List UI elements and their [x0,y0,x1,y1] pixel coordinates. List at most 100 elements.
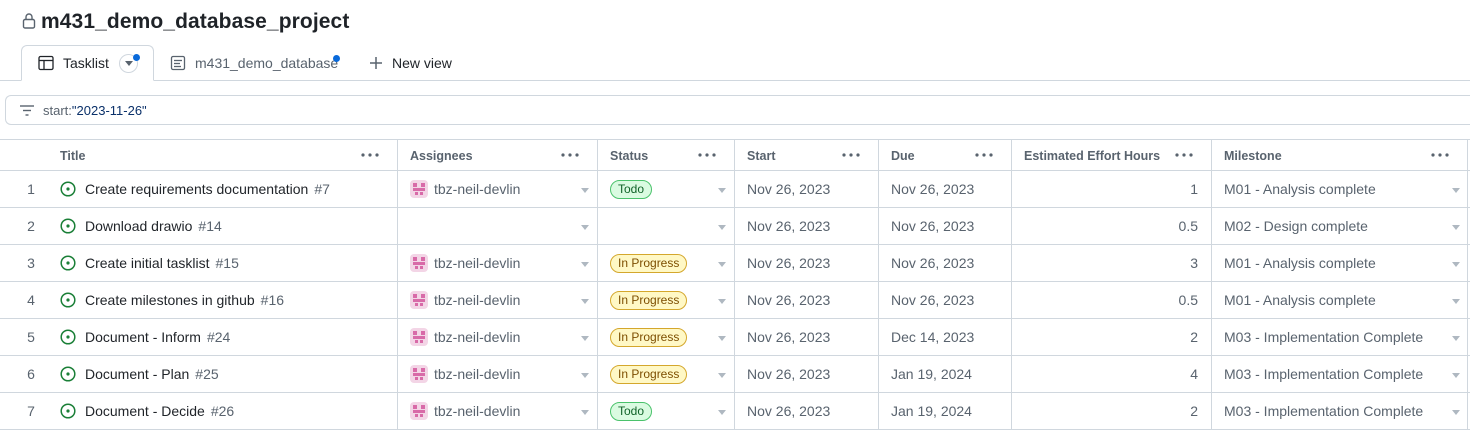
start-date-cell[interactable]: Nov 26, 2023 [735,171,879,207]
start-date-cell[interactable]: Nov 26, 2023 [735,319,879,355]
chevron-down-icon [718,188,726,193]
status-cell[interactable]: In Progress [598,319,735,355]
milestone-cell[interactable]: M03 - Implementation Complete [1212,356,1468,392]
column-header-milestone[interactable]: Milestone [1212,140,1468,171]
issue-title[interactable]: Document - Decide [85,403,205,419]
issue-title[interactable]: Create milestones in github [85,292,255,308]
table-row[interactable]: 3 Create initial tasklist #15 tbz-neil-devl… [0,245,1470,282]
open-issue-icon [60,366,76,382]
more-options-icon[interactable] [1175,153,1193,157]
due-date-cell[interactable]: Dec 14, 2023 [879,319,1012,355]
milestone-label: M03 - Implementation Complete [1224,329,1424,345]
milestone-cell[interactable]: M01 - Analysis complete [1212,282,1468,318]
milestone-cell[interactable]: M01 - Analysis complete [1212,245,1468,281]
tab-tasklist[interactable]: Tasklist [21,45,154,81]
table-row[interactable]: 6 Document - Plan #25 tbz-neil-devlin In Pro… [0,356,1470,393]
due-date-cell[interactable]: Nov 26, 2023 [879,245,1012,281]
effort-hours-cell[interactable]: 0.5 [1012,282,1212,318]
more-options-icon[interactable] [698,153,716,157]
due-date-cell[interactable]: Jan 19, 2024 [879,356,1012,392]
effort-hours-cell[interactable]: 0.5 [1012,208,1212,244]
chevron-down-icon [581,188,589,193]
more-options-icon[interactable] [361,153,379,157]
status-cell[interactable]: Todo [598,171,735,207]
title-cell[interactable]: Document - Inform #24 [60,319,398,355]
start-date-cell[interactable]: Nov 26, 2023 [735,356,879,392]
chevron-down-icon [718,410,726,415]
milestone-label: M01 - Analysis complete [1224,181,1376,197]
table-row[interactable]: 1 Create requirements documentation #7 tbz-… [0,171,1470,208]
new-view-button[interactable]: New view [352,45,472,81]
assignees-cell[interactable]: tbz-neil-devlin [398,393,598,429]
table-row[interactable]: 4 Create milestones in github #16 tbz-neil-… [0,282,1470,319]
title-cell[interactable]: Download drawio #14 [60,208,398,244]
status-cell[interactable]: In Progress [598,245,735,281]
issue-title[interactable]: Create requirements documentation [85,181,308,197]
table-row[interactable]: 7 Document - Decide #26 tbz-neil-devlin Todo… [0,393,1470,430]
table-row[interactable]: 5 Document - Inform #24 tbz-neil-devlin In P… [0,319,1470,356]
column-header-status[interactable]: Status [598,140,735,171]
chevron-down-icon [581,373,589,378]
due-date-cell[interactable]: Jan 19, 2024 [879,393,1012,429]
chevron-down-icon [581,336,589,341]
effort-hours-cell[interactable]: 2 [1012,393,1212,429]
column-header-estimated-effort-hours[interactable]: Estimated Effort Hours [1012,140,1212,171]
status-cell[interactable] [598,208,735,244]
column-header-assignees[interactable]: Assignees [398,140,598,171]
milestone-cell[interactable]: M02 - Design complete [1212,208,1468,244]
column-header-label: Milestone [1224,148,1282,163]
title-cell[interactable]: Create initial tasklist #15 [60,245,398,281]
table-row[interactable]: 2 Download drawio #14 Nov 26, 2023 Nov 26, 2… [0,208,1470,245]
more-options-icon[interactable] [1431,153,1449,157]
title-cell[interactable]: Document - Plan #25 [60,356,398,392]
column-header-start[interactable]: Start [735,140,879,171]
open-issue-icon [60,403,76,419]
status-cell[interactable]: In Progress [598,356,735,392]
start-date-cell[interactable]: Nov 26, 2023 [735,282,879,318]
due-date-cell[interactable]: Nov 26, 2023 [879,171,1012,207]
effort-hours-cell[interactable]: 4 [1012,356,1212,392]
more-options-icon[interactable] [842,153,860,157]
milestone-cell[interactable]: M01 - Analysis complete [1212,171,1468,207]
status-cell[interactable]: In Progress [598,282,735,318]
column-header-label: Assignees [410,148,473,163]
assignees-cell[interactable]: tbz-neil-devlin [398,171,598,207]
milestone-cell[interactable]: M03 - Implementation Complete [1212,393,1468,429]
filter-input[interactable]: start:"2023-11-26" [5,95,1470,125]
status-cell[interactable]: Todo [598,393,735,429]
chevron-down-icon [1452,262,1460,267]
start-date-cell[interactable]: Nov 26, 2023 [735,393,879,429]
assignees-cell[interactable] [398,208,598,244]
effort-hours-cell[interactable]: 2 [1012,319,1212,355]
assignees-cell[interactable]: tbz-neil-devlin [398,319,598,355]
effort-hours-cell[interactable]: 3 [1012,245,1212,281]
start-date-cell[interactable]: Nov 26, 2023 [735,208,879,244]
assignees-cell[interactable]: tbz-neil-devlin [398,356,598,392]
title-cell[interactable]: Create milestones in github #16 [60,282,398,318]
issue-number: #24 [206,329,231,345]
chevron-down-icon [718,336,726,341]
assignees-cell[interactable]: tbz-neil-devlin [398,282,598,318]
assignees-cell[interactable]: tbz-neil-devlin [398,245,598,281]
effort-hours-cell[interactable]: 1 [1012,171,1212,207]
column-header-title[interactable]: Title [48,140,398,171]
filter-key: start: [43,103,72,118]
assignee-name: tbz-neil-devlin [434,366,521,382]
page-title: m431_demo_database_project [41,10,350,33]
issue-title[interactable]: Download drawio [85,218,192,234]
issue-title[interactable]: Create initial tasklist [85,255,210,271]
more-options-icon[interactable] [975,153,993,157]
title-cell[interactable]: Create requirements documentation #7 [60,171,398,207]
start-date-cell[interactable]: Nov 26, 2023 [735,245,879,281]
title-cell[interactable]: Document - Decide #26 [60,393,398,429]
issue-title[interactable]: Document - Plan [85,366,189,382]
due-date-cell[interactable]: Nov 26, 2023 [879,208,1012,244]
column-header-due[interactable]: Due [879,140,1012,171]
more-options-icon[interactable] [561,153,579,157]
tab-board[interactable]: m431_demo_database [154,45,344,81]
milestone-cell[interactable]: M03 - Implementation Complete [1212,319,1468,355]
lock-icon [22,13,36,29]
issue-title[interactable]: Document - Inform [85,329,201,345]
chevron-down-icon [581,299,589,304]
due-date-cell[interactable]: Nov 26, 2023 [879,282,1012,318]
